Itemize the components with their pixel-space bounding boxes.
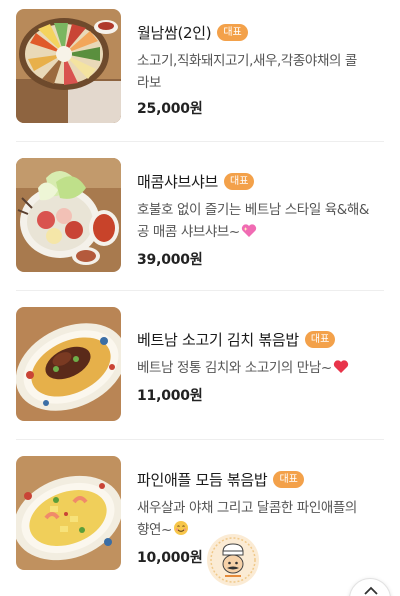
chevron-up-icon — [364, 586, 378, 595]
divider — [16, 141, 384, 142]
description-line-2: 라보 — [137, 75, 162, 91]
menu-item-image[interactable] — [16, 307, 121, 421]
menu-item-wolnamssam[interactable]: 월남쌈(2인) 대표 소고기,직화돼지고기,새우,각종야채의 콜 라보 25,0… — [0, 8, 400, 157]
description-line-2: 향연~ — [137, 522, 172, 538]
menu-item-description: 호불호 없이 즐기는 베트남 스타일 육&해& 공 매콤 샤브샤브~ — [137, 199, 382, 245]
menu-item-name: 매콤샤브샤브 — [137, 172, 219, 191]
chef-mascot-watermark — [205, 532, 261, 588]
menu-item-name-row: 월남쌈(2인) 대표 — [137, 20, 382, 44]
red-heart-icon — [333, 359, 349, 381]
menu-item-info: 매콤샤브샤브 대표 호불호 없이 즐기는 베트남 스타일 육&해& 공 매콤 샤… — [137, 169, 382, 269]
menu-item-description: 소고기,직화돼지고기,새우,각종야채의 콜 라보 — [137, 50, 382, 94]
menu-item-info: 월남쌈(2인) 대표 소고기,직화돼지고기,새우,각종야채의 콜 라보 25,0… — [137, 20, 382, 118]
spicy-shabu-photo — [16, 158, 121, 272]
kimchi-fried-rice-photo — [16, 307, 121, 421]
menu-item-price: 39,000원 — [137, 252, 203, 268]
menu-item-kimchi-fried-rice[interactable]: 베트남 소고기 김치 볶음밥 대표 베트남 정통 김치와 소고기의 만남~ 11… — [0, 306, 400, 455]
description-line-1: 호불호 없이 즐기는 베트남 스타일 육&해& — [137, 202, 370, 218]
description-line-1: 소고기,직화돼지고기,새우,각종야채의 콜 — [137, 53, 357, 69]
description-line-2: 공 매콤 샤브샤브~ — [137, 224, 240, 240]
menu-item-name-row: 베트남 소고기 김치 볶음밥 대표 — [137, 327, 382, 351]
sparkling-heart-icon — [241, 223, 257, 245]
pineapple-fried-rice-photo — [16, 456, 121, 570]
menu-item-name: 베트남 소고기 김치 볶음밥 — [137, 330, 299, 349]
menu-item-spicy-shabu[interactable]: 매콤샤브샤브 대표 호불호 없이 즐기는 베트남 스타일 육&해& 공 매콤 샤… — [0, 157, 400, 306]
menu-item-image[interactable] — [16, 9, 121, 123]
menu-item-name: 파인애플 모듬 볶음밥 — [137, 470, 268, 489]
signature-badge: 대표 — [217, 23, 248, 41]
signature-badge: 대표 — [273, 470, 304, 488]
menu-item-price: 11,000원 — [137, 388, 203, 404]
menu-item-price: 25,000원 — [137, 101, 203, 117]
menu-item-image[interactable] — [16, 456, 121, 570]
menu-item-name-row: 파인애플 모듬 볶음밥 대표 — [137, 467, 382, 491]
chef-mascot-icon — [207, 534, 259, 586]
menu-item-name: 월남쌈(2인) — [137, 23, 212, 42]
divider — [16, 290, 384, 291]
menu-item-info: 베트남 소고기 김치 볶음밥 대표 베트남 정통 김치와 소고기의 만남~ 11… — [137, 327, 382, 405]
signature-badge: 대표 — [224, 172, 255, 190]
description-line-1: 새우살과 야채 그리고 달콤한 파인애플의 — [137, 500, 357, 516]
smiling-face-icon — [173, 520, 189, 543]
divider — [16, 439, 384, 440]
description-line-1: 베트남 정통 김치와 소고기의 만남~ — [137, 360, 332, 376]
menu-item-name-row: 매콤샤브샤브 대표 — [137, 169, 382, 193]
signature-badge: 대표 — [304, 330, 336, 348]
menu-item-pineapple-fried-rice[interactable]: 파인애플 모듬 볶음밥 대표 새우살과 야채 그리고 달콤한 파인애플의 향연~… — [0, 455, 400, 596]
menu-item-image[interactable] — [16, 158, 121, 272]
menu-item-description: 베트남 정통 김치와 소고기의 만남~ — [137, 357, 382, 381]
wolnamssam-photo — [16, 9, 121, 123]
